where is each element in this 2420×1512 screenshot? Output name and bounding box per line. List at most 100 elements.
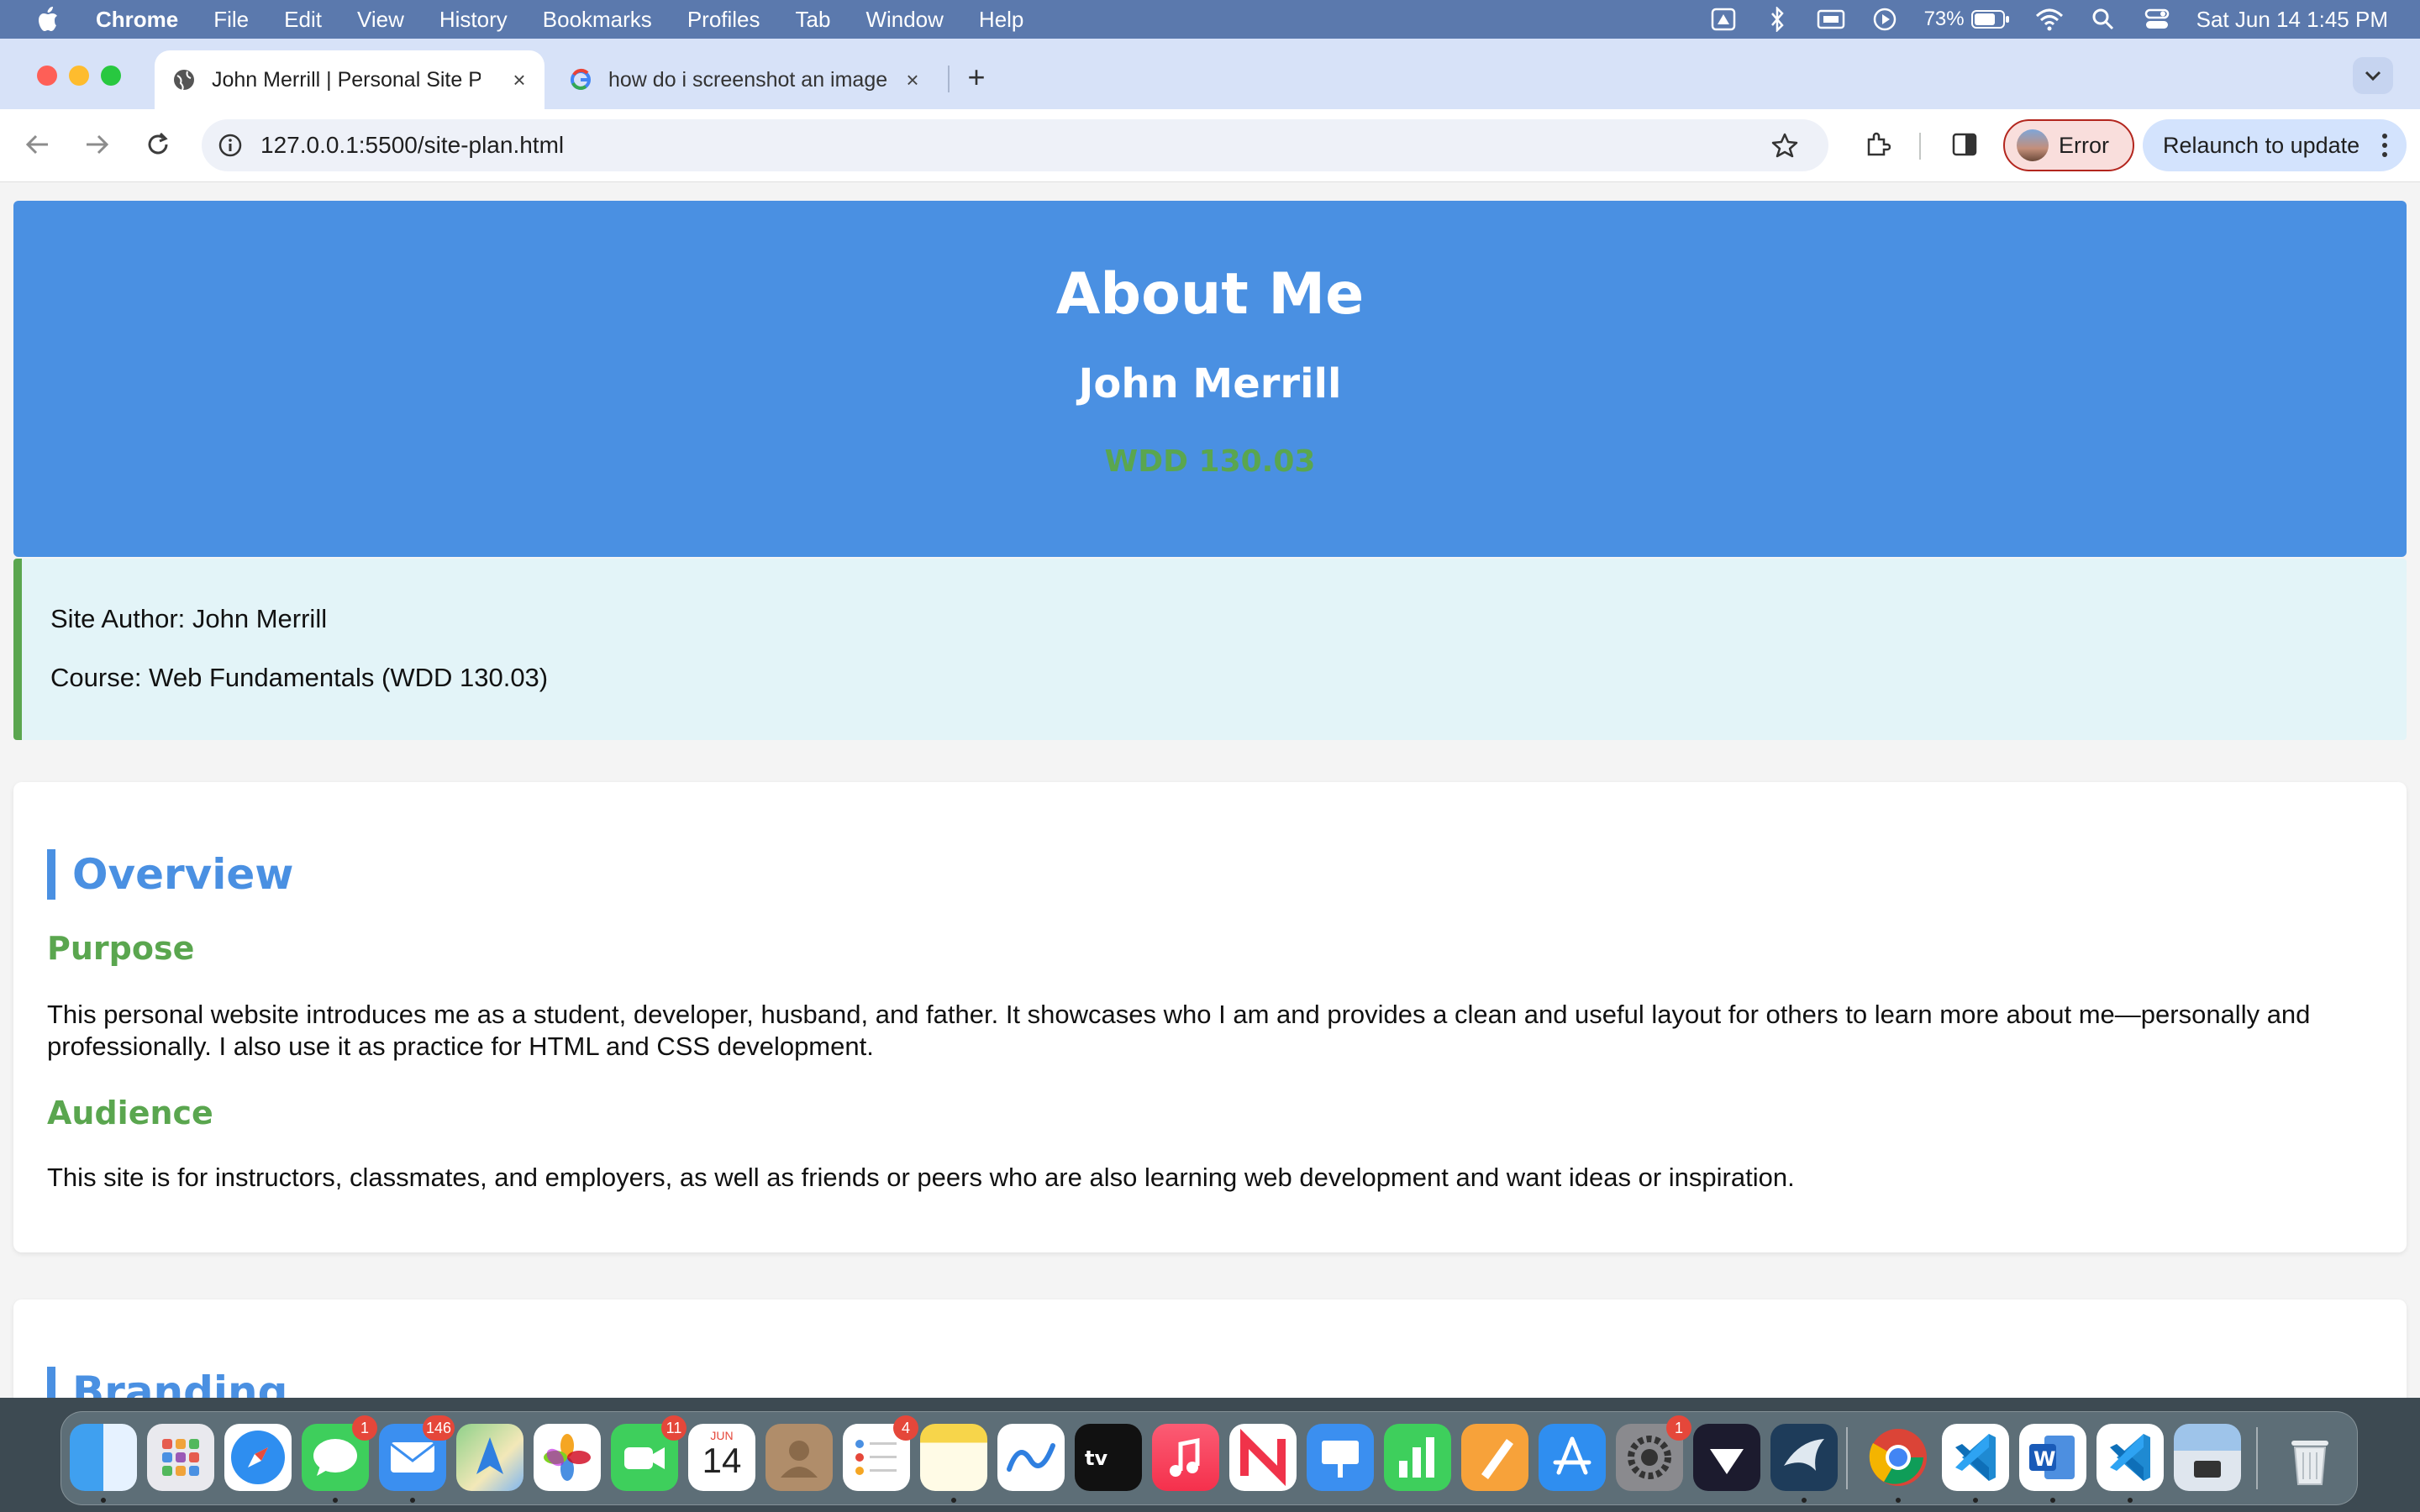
- messages-icon[interactable]: 1: [302, 1415, 377, 1503]
- web-page-viewport[interactable]: About Me John Merrill WDD 130.03 Site Au…: [0, 182, 2420, 1398]
- menu-view[interactable]: View: [357, 7, 404, 33]
- keyboard-input-icon[interactable]: [1817, 7, 1845, 32]
- pages-icon[interactable]: [1461, 1424, 1528, 1491]
- menu-help[interactable]: Help: [979, 7, 1023, 33]
- back-arrow-icon[interactable]: [20, 128, 54, 161]
- relaunch-label: Relaunch to update: [2163, 132, 2360, 158]
- menu-file[interactable]: File: [213, 7, 249, 33]
- notes-icon[interactable]: [920, 1424, 987, 1503]
- course-text: Course: Web Fundamentals (WDD 130.03): [50, 663, 549, 692]
- mysql-workbench-icon[interactable]: [1770, 1424, 1838, 1503]
- menu-app-name[interactable]: Chrome: [96, 7, 178, 33]
- freeform-icon[interactable]: [997, 1424, 1065, 1491]
- menu-edit[interactable]: Edit: [284, 7, 322, 33]
- mail-icon[interactable]: 146: [379, 1415, 455, 1503]
- running-indicator: [410, 1498, 415, 1503]
- bookmark-star-icon[interactable]: [1770, 130, 1800, 160]
- notification-badge: 146: [422, 1415, 455, 1441]
- close-tab-icon[interactable]: ×: [901, 67, 924, 92]
- svg-text:W: W: [2033, 1447, 2055, 1471]
- apple-tv-icon[interactable]: tv: [1075, 1424, 1142, 1491]
- close-window-button[interactable]: [37, 66, 57, 86]
- page-title: About Me: [1055, 261, 1365, 328]
- branding-section: Branding: [13, 1299, 2407, 1398]
- running-indicator: [333, 1498, 338, 1503]
- tab-search-chevron-icon[interactable]: [2353, 57, 2393, 94]
- running-indicator: [1896, 1498, 1901, 1503]
- site-info-icon[interactable]: [215, 130, 245, 160]
- music-icon[interactable]: [1152, 1424, 1219, 1491]
- globe-icon: [171, 67, 197, 92]
- course-code: WDD 130.03: [1104, 444, 1316, 479]
- audience-heading: Audience: [47, 1095, 213, 1131]
- running-indicator: [2050, 1498, 2055, 1503]
- address-bar[interactable]: 127.0.0.1:5500/site-plan.html: [202, 119, 1828, 171]
- control-center-icon[interactable]: [2143, 7, 2171, 32]
- overview-section: Overview Purpose This personal website i…: [13, 782, 2407, 1252]
- new-tab-icon[interactable]: +: [960, 60, 993, 94]
- bluetooth-icon[interactable]: [1763, 7, 1791, 32]
- spotlight-search-icon[interactable]: [2089, 7, 2118, 32]
- numbers-icon[interactable]: [1384, 1424, 1451, 1491]
- battery-percent: 73%: [1923, 8, 1965, 30]
- menu-history[interactable]: History: [439, 7, 508, 33]
- calendar-icon[interactable]: JUN 14: [688, 1424, 755, 1491]
- forward-arrow-icon[interactable]: [81, 128, 114, 161]
- calendar-day: 14: [702, 1441, 742, 1480]
- tab-site-plan[interactable]: John Merrill | Personal Site Plan ×: [155, 50, 544, 109]
- close-tab-icon[interactable]: ×: [508, 67, 531, 92]
- keynote-icon[interactable]: [1307, 1424, 1374, 1491]
- side-panel-icon[interactable]: [1948, 128, 1981, 161]
- launchpad-icon[interactable]: [147, 1424, 214, 1491]
- reload-icon[interactable]: [141, 128, 175, 161]
- vscode-icon[interactable]: [1942, 1424, 2009, 1503]
- google-drive-icon[interactable]: [1709, 7, 1738, 32]
- more-options-icon[interactable]: [2381, 133, 2388, 158]
- profile-error-label: Error: [2059, 132, 2109, 158]
- battery-status[interactable]: 73%: [1924, 8, 2010, 31]
- menu-profiles[interactable]: Profiles: [687, 7, 760, 33]
- photos-icon[interactable]: [534, 1424, 601, 1491]
- url-text: 127.0.0.1:5500/site-plan.html: [260, 132, 565, 158]
- safari-icon[interactable]: [224, 1424, 292, 1491]
- about-me-header: About Me John Merrill WDD 130.03: [13, 201, 2407, 557]
- trash-icon[interactable]: [2276, 1424, 2344, 1491]
- profile-error-button[interactable]: Error: [2003, 119, 2134, 171]
- wifi-icon[interactable]: [2035, 7, 2064, 32]
- purpose-text: This personal website introduces me as a…: [47, 1000, 2311, 1061]
- preview-icon[interactable]: [2174, 1424, 2241, 1491]
- tab-google-search[interactable]: how do i screenshot an image ×: [551, 50, 938, 109]
- macos-menu-bar: Chrome File Edit View History Bookmarks …: [0, 0, 2420, 39]
- running-indicator: [101, 1498, 106, 1503]
- tab-strip: John Merrill | Personal Site Plan × how …: [0, 39, 2420, 109]
- running-indicator: [1973, 1498, 1978, 1503]
- proton-vpn-icon[interactable]: [1693, 1424, 1760, 1491]
- running-indicator: [2128, 1498, 2133, 1503]
- now-playing-icon[interactable]: [1870, 7, 1899, 32]
- facetime-icon[interactable]: 11: [611, 1415, 687, 1491]
- apple-menu-icon[interactable]: [34, 5, 62, 34]
- maps-icon[interactable]: [456, 1424, 523, 1491]
- word-icon[interactable]: W: [2019, 1424, 2086, 1503]
- finder-icon[interactable]: [70, 1424, 137, 1503]
- app-store-icon[interactable]: [1539, 1424, 1606, 1491]
- chrome-icon[interactable]: [1865, 1424, 1932, 1503]
- browser-toolbar: 127.0.0.1:5500/site-plan.html Error Rela…: [0, 109, 2420, 182]
- vscode-insiders-icon[interactable]: [2096, 1424, 2164, 1503]
- extensions-icon[interactable]: [1860, 128, 1894, 161]
- dock-separator: [1846, 1427, 1848, 1489]
- reminders-icon[interactable]: 4: [843, 1415, 918, 1491]
- minimize-window-button[interactable]: [69, 66, 89, 86]
- news-icon[interactable]: [1229, 1424, 1297, 1491]
- zoom-window-button[interactable]: [101, 66, 121, 86]
- relaunch-to-update-button[interactable]: Relaunch to update: [2143, 119, 2407, 171]
- contacts-icon[interactable]: [765, 1424, 833, 1491]
- menu-bookmarks[interactable]: Bookmarks: [543, 7, 652, 33]
- menu-tab[interactable]: Tab: [796, 7, 831, 33]
- dock-separator: [2256, 1427, 2258, 1489]
- menu-window[interactable]: Window: [865, 7, 943, 33]
- system-settings-icon[interactable]: 1: [1616, 1415, 1691, 1491]
- tab-title: how do i screenshot an image: [608, 67, 888, 92]
- google-logo-icon: [568, 67, 593, 92]
- menu-clock[interactable]: Sat Jun 14 1:45 PM: [2196, 7, 2388, 33]
